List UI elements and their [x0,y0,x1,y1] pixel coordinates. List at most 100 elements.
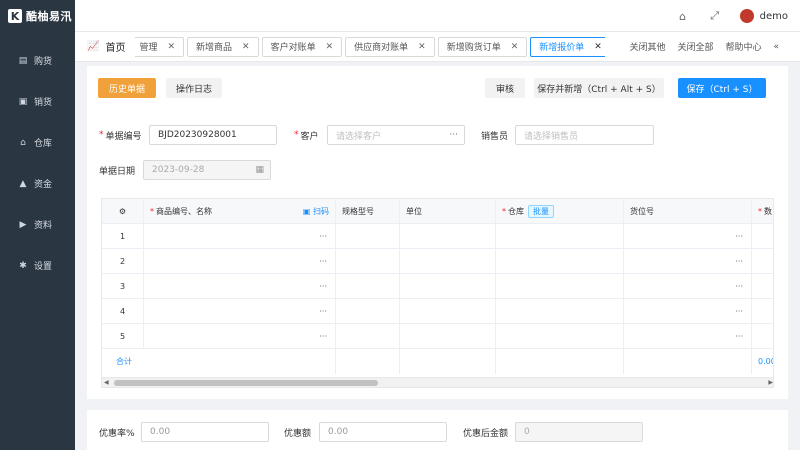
close-icon[interactable]: ✕ [418,42,426,52]
sidebar-item-sales[interactable]: ▣ 销货 [0,81,75,122]
sum-row: 合计 0.00 [102,349,773,374]
tab-label: 管理 [139,43,158,53]
table-row: 1 ··· ··· [102,224,773,249]
more-icon[interactable]: ··· [319,257,327,266]
location-cell[interactable]: ··· [624,249,752,273]
table-header: ⚙ * 商品编号、名称 ▣ 扫码 规格型号 单位 * 仓库 批量 货位号 * 数 [102,199,773,224]
audit-button[interactable]: 审核 [485,78,525,98]
customer-select[interactable]: 请选择客户 ··· [327,125,465,145]
logo-text: 酷柚易汛 [26,10,72,23]
more-icon[interactable]: ··· [319,232,327,241]
sidebar-item-label: 设置 [34,262,53,272]
table-row: 5 ··· ··· [102,324,773,349]
sidebar-item-settings[interactable]: ✱ 设置 [0,245,75,286]
warehouse-cell[interactable] [496,224,624,248]
tab-supplier-statement[interactable]: 供应商对账单 ✕ [345,36,435,57]
sum-warehouse [496,349,624,374]
discount-rate-input[interactable]: 0.00 [141,422,269,442]
sidebar-item-label: 仓库 [34,139,53,149]
goods-cell[interactable]: ··· [144,299,336,323]
fullscreen-icon[interactable]: ⤢ [708,9,722,23]
save-button[interactable]: 保存（Ctrl + S） [678,78,766,98]
tab-new-quotation[interactable]: 新增报价单 ✕ [530,36,606,57]
tab-strip: 管理 ✕ 新增商品 ✕ 客户对账单 ✕ 供应商对账单 ✕ 新增购货订单 ✕ 新增报价单 ✕ [135,36,606,57]
funds-icon: ▲ [19,178,27,189]
location-cell[interactable]: ··· [624,324,752,348]
after-discount-label: 优惠后金额 [463,428,509,439]
sidebar-item-warehouse[interactable]: ⌂ 仓库 [0,122,75,163]
more-icon[interactable]: ··· [319,307,327,316]
goods-cell[interactable]: ··· [144,224,336,248]
scroll-left-icon[interactable]: ◀ [104,378,109,387]
more-icon[interactable]: ··· [735,332,743,341]
unit-cell[interactable] [400,274,496,298]
header-spec: 规格型号 [336,199,400,223]
more-icon[interactable]: ··· [319,332,327,341]
history-button[interactable]: 历史单据 [98,78,156,98]
tab-new-goods[interactable]: 新增商品 ✕ [187,36,259,57]
warehouse-cell[interactable] [496,274,624,298]
spec-cell [336,224,400,248]
close-others-button[interactable]: 关闭其他 [629,40,665,53]
unit-cell[interactable] [400,249,496,273]
sidebar-item-purchase[interactable]: ▤ 购货 [0,40,75,81]
more-icon[interactable]: ··· [735,307,743,316]
column-settings-icon[interactable]: ⚙ [102,199,144,223]
location-cell[interactable]: ··· [624,299,752,323]
scroll-thumb[interactable] [114,380,378,386]
home-icon[interactable]: ⌂ [676,9,690,23]
doc-no-input[interactable]: BJD20230928001 [149,125,277,145]
warehouse-icon: ⌂ [20,137,26,148]
user-menu[interactable]: demo [739,9,788,23]
location-cell[interactable]: ··· [624,224,752,248]
close-icon[interactable]: ✕ [594,42,602,52]
tab-bar: 📈 首页 管理 ✕ 新增商品 ✕ 客户对账单 ✕ 供应商对账单 ✕ 新增购货订单 ✕ 新增… [75,32,800,62]
tab-customer-statement[interactable]: 客户对账单 ✕ [261,36,343,57]
tab-new-purchase-order[interactable]: 新增购货订单 ✕ [437,36,528,57]
salesman-label: 销售员 [481,131,509,142]
discount-card: 优惠率% 0.00 优惠额 0.00 优惠后金额 0 [87,410,788,450]
unit-cell[interactable] [400,224,496,248]
doc-no-label: * 单据编号 [99,130,142,142]
tab-home[interactable]: 📈 首页 [75,32,135,62]
date-input[interactable]: 2023-09-28 ▦ [143,160,271,180]
header-qty: * 数 [758,206,772,216]
save-and-new-button[interactable]: 保存并新增（Ctrl + Alt + S） [534,78,664,98]
scan-button[interactable]: ▣ 扫码 [303,206,329,217]
salesman-select[interactable]: 请选择销售员 [515,125,654,145]
help-center-link[interactable]: 帮助中心 [725,40,761,53]
more-icon[interactable]: ··· [449,130,458,140]
warehouse-cell[interactable] [496,299,624,323]
more-icon[interactable]: ··· [735,282,743,291]
unit-cell[interactable] [400,299,496,323]
scroll-right-icon[interactable]: ▶ [768,378,773,387]
batch-button[interactable]: 批量 [528,204,554,218]
avatar [739,9,754,23]
goods-cell[interactable]: ··· [144,324,336,348]
close-icon[interactable]: ✕ [511,42,519,52]
main-card: 历史单据 操作日志 审核 保存并新增（Ctrl + Alt + S） 保存（Ct… [87,66,788,399]
sidebar-item-label: 购货 [34,57,53,67]
goods-cell[interactable]: ··· [144,249,336,273]
discount-amount-input[interactable]: 0.00 [319,422,447,442]
warehouse-cell[interactable] [496,324,624,348]
sidebar-item-funds[interactable]: ▲ 资金 [0,163,75,204]
unit-cell[interactable] [400,324,496,348]
sidebar-item-data[interactable]: ▶ 资料 [0,204,75,245]
more-icon[interactable]: ··· [735,232,743,241]
close-all-button[interactable]: 关闭全部 [677,40,713,53]
warehouse-cell[interactable] [496,249,624,273]
tab-label: 客户对账单 [270,43,316,53]
close-icon[interactable]: ✕ [167,42,175,52]
location-cell[interactable]: ··· [624,274,752,298]
horizontal-scrollbar[interactable]: ◀ ▶ [102,377,773,387]
more-icon[interactable]: ··· [735,257,743,266]
sidebar-item-label: 资金 [34,180,53,190]
operation-log-button[interactable]: 操作日志 [166,78,222,98]
collapse-chevron-icon[interactable]: « [774,42,780,52]
close-icon[interactable]: ✕ [326,42,334,52]
tab-manage[interactable]: 管理 ✕ [135,36,185,57]
goods-cell[interactable]: ··· [144,274,336,298]
close-icon[interactable]: ✕ [242,42,250,52]
more-icon[interactable]: ··· [319,282,327,291]
